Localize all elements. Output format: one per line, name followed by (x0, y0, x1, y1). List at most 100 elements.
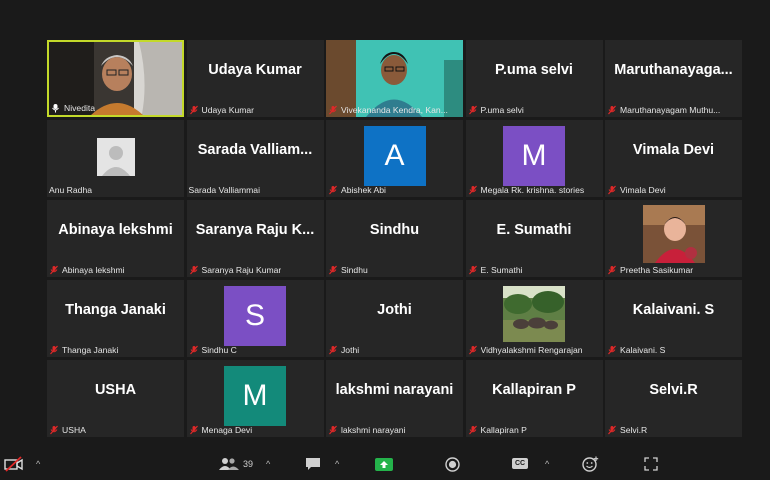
muted-mic-icon (607, 425, 617, 435)
participant-label-text: Maruthanayagam Muthu... (620, 105, 721, 115)
participant-name-label: USHA (49, 425, 178, 435)
muted-mic-icon (328, 185, 338, 195)
participant-name-label: lakshmi narayani (328, 425, 457, 435)
participant-tile[interactable]: Anu Radha (47, 120, 184, 197)
muted-mic-icon (468, 105, 478, 115)
participant-display-name: lakshmi narayani (335, 382, 454, 398)
participant-name-label: Menaga Devi (189, 425, 318, 435)
participant-tile[interactable]: S Sindhu C (186, 280, 324, 357)
participant-label-text: Saranya Raju Kumar (201, 265, 282, 275)
participant-label-text: Thanga Janaki (62, 345, 119, 355)
chat-button[interactable] (305, 457, 321, 471)
participant-name-label: Vidhyalakshmi Rengarajan (468, 345, 597, 355)
participant-label-text: Sarada Valliammai (188, 185, 261, 195)
participant-name-label: Preetha Sasikumar (607, 265, 736, 275)
meeting-toolbar: ^ 39 ^ ^ CC ^ (0, 447, 770, 480)
participant-avatar: M (503, 126, 565, 186)
participants-options-caret[interactable]: ^ (266, 459, 270, 469)
muted-mic-icon (328, 345, 338, 355)
muted-mic-icon (328, 105, 338, 115)
participant-label-text: Sindhu C (201, 345, 237, 355)
muted-mic-icon (189, 105, 199, 115)
participant-name-label: Vimala Devi (607, 185, 736, 195)
participant-tile[interactable]: Sarada Valliam... Sarada Valliammai (186, 120, 324, 197)
chat-options-caret[interactable]: ^ (335, 459, 339, 469)
participant-name-label: Abishek Abi (328, 185, 457, 195)
participant-video-thumbnail (642, 205, 705, 263)
participants-icon (219, 458, 239, 470)
more-apps-button[interactable] (644, 457, 658, 471)
muted-mic-icon (607, 265, 617, 275)
participant-tile[interactable]: Thanga Janaki Thanga Janaki (47, 280, 184, 357)
participant-label-text: Megala Rk. krishna. stories (480, 185, 585, 195)
participant-tile[interactable]: Sindhu Sindhu (326, 200, 463, 277)
muted-mic-icon (468, 265, 478, 275)
participant-tile[interactable]: Kallapiran P Kallapiran P (465, 360, 603, 437)
mic-on-icon (51, 103, 61, 113)
participant-display-name: Sindhu (369, 222, 420, 238)
participant-tile[interactable]: Jothi Jothi (326, 280, 463, 357)
caption-options-caret[interactable]: ^ (545, 459, 549, 469)
participant-tile[interactable]: Nivedita (47, 40, 184, 117)
participants-button[interactable]: 39 (218, 457, 253, 471)
participant-tile[interactable]: M Menaga Devi (186, 360, 324, 437)
share-screen-button[interactable] (375, 458, 393, 471)
participant-tile[interactable]: Vimala Devi Vimala Devi (605, 120, 742, 197)
video-toggle-button[interactable] (4, 456, 24, 472)
muted-mic-icon (607, 185, 617, 195)
participant-label-text: P.uma selvi (480, 105, 524, 115)
participant-tile[interactable]: Maruthanayaga... Maruthanayagam Muthu... (605, 40, 742, 117)
participant-name-label: Selvi.R (607, 425, 736, 435)
chat-icon (306, 458, 320, 470)
closed-caption-button[interactable]: CC (512, 458, 529, 469)
participant-count: 39 (243, 459, 254, 469)
participant-display-name: Selvi.R (649, 382, 698, 398)
participant-tile[interactable]: A Abishek Abi (326, 120, 463, 197)
participant-tile[interactable]: lakshmi narayani lakshmi narayani (326, 360, 463, 437)
participant-name-label: Sindhu C (189, 345, 318, 355)
participant-label-text: Preetha Sasikumar (620, 265, 694, 275)
closed-caption-icon: CC (512, 458, 529, 469)
participant-display-name: Kallapiran P (492, 382, 576, 398)
muted-mic-icon (189, 425, 199, 435)
participant-tile[interactable]: Kalaivani. S Kalaivani. S (605, 280, 742, 357)
reactions-button[interactable] (582, 456, 599, 472)
participant-label-text: Vimala Devi (620, 185, 666, 195)
participant-tile[interactable]: USHA USHA (47, 360, 184, 437)
muted-mic-icon (49, 265, 59, 275)
muted-mic-icon (607, 345, 617, 355)
muted-mic-icon (49, 425, 59, 435)
participant-label-text: lakshmi narayani (341, 425, 406, 435)
participant-name-label: Jothi (328, 345, 457, 355)
record-button[interactable] (445, 457, 460, 472)
participant-display-name: Saranya Raju K... (195, 222, 315, 238)
participant-tile[interactable]: Vidhyalakshmi Rengarajan (465, 280, 603, 357)
participant-video-thumbnail (503, 286, 565, 342)
participant-name-label: Maruthanayagam Muthu... (607, 105, 736, 115)
participant-name-label: E. Sumathi (468, 265, 597, 275)
participant-name-label: Vivekananda Kendra, Kan... (328, 105, 457, 115)
participant-name-label: Saranya Raju Kumar (189, 265, 318, 275)
participant-tile[interactable]: P.uma selvi P.uma selvi (465, 40, 603, 117)
participant-name-label: Udaya Kumar (189, 105, 318, 115)
participant-avatar: M (224, 366, 286, 426)
record-icon (445, 457, 460, 472)
participant-label-text: Vidhyalakshmi Rengarajan (480, 345, 583, 355)
participant-label-text: USHA (62, 425, 86, 435)
participant-name-label: Sarada Valliammai (189, 185, 318, 195)
participant-label-text: E. Sumathi (480, 265, 523, 275)
video-options-caret[interactable]: ^ (36, 459, 40, 469)
participant-name-label: Kallapiran P (468, 425, 597, 435)
participant-tile[interactable]: Abinaya lekshmi Abinaya lekshmi (47, 200, 184, 277)
participant-tile[interactable]: Selvi.R Selvi.R (605, 360, 742, 437)
participant-label-text: Abinaya lekshmi (62, 265, 125, 275)
participant-avatar: A (363, 126, 426, 186)
participant-display-name: Vimala Devi (632, 142, 715, 158)
participant-tile[interactable]: E. Sumathi E. Sumathi (465, 200, 603, 277)
participant-tile[interactable]: Saranya Raju K... Saranya Raju Kumar (186, 200, 324, 277)
video-off-icon (4, 456, 23, 472)
participant-tile[interactable]: Preetha Sasikumar (605, 200, 742, 277)
participant-tile[interactable]: Udaya Kumar Udaya Kumar (186, 40, 324, 117)
participant-tile[interactable]: Vivekananda Kendra, Kan... (326, 40, 463, 117)
participant-tile[interactable]: M Megala Rk. krishna. stories (465, 120, 603, 197)
